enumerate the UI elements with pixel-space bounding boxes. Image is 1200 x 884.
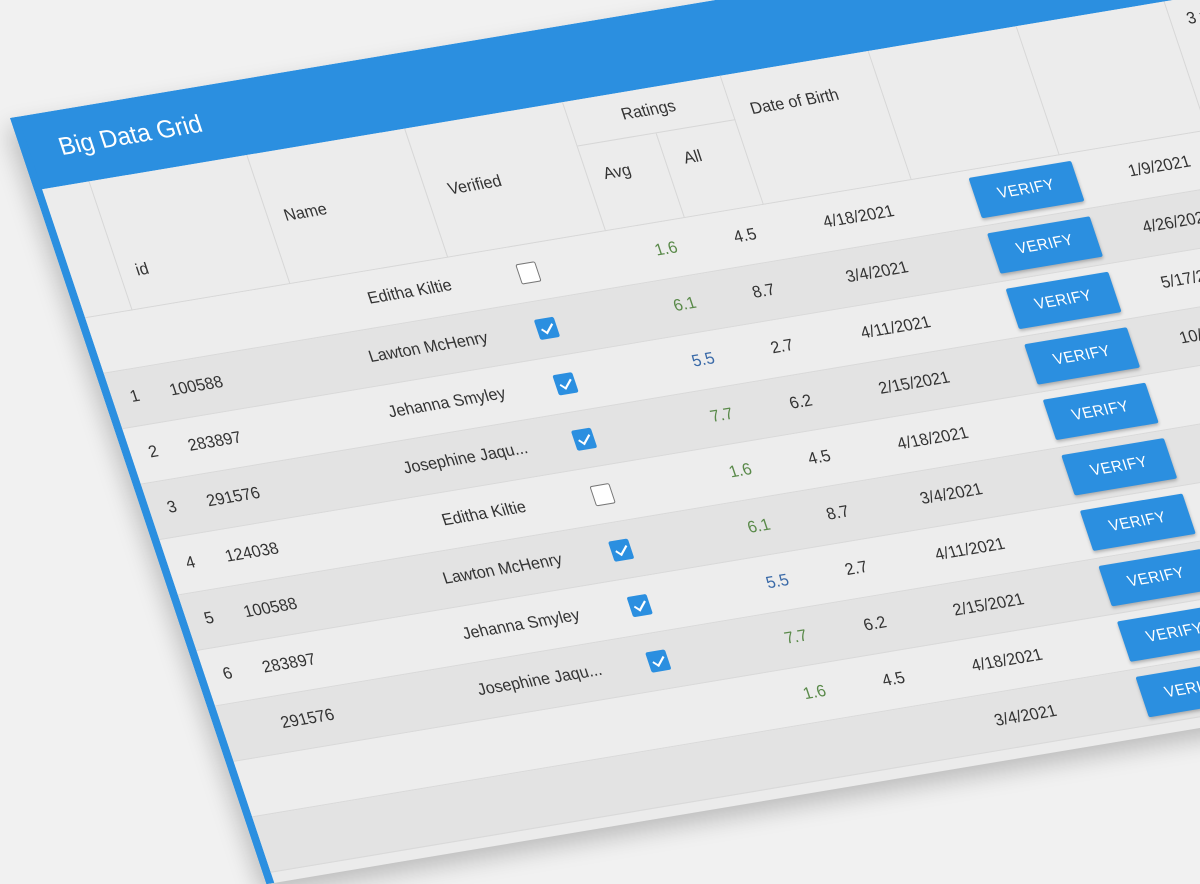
verify-button[interactable]: VERIFY [1079,493,1196,551]
column-header-all-label: All [681,147,705,168]
row-number [252,754,300,813]
column-header-name-label: Name [281,200,330,225]
data-grid-panel: Big Data Grid id Name Verified Ratings A… [10,0,1200,884]
grid-title: Big Data Grid [54,110,207,162]
verify-button[interactable]: VERIFY [1116,604,1200,662]
verified-checkbox-checked[interactable] [626,593,653,618]
row-number [233,699,281,758]
verify-button[interactable]: VERIFY [1135,659,1200,718]
grid: Big Data Grid id Name Verified Ratings A… [10,0,1200,884]
verify-button[interactable]: VERIFY [1061,438,1178,496]
verify-button[interactable]: VERIFY [987,216,1104,274]
verify-button[interactable]: VERIFY [1098,548,1200,607]
row-number: 3 [164,498,180,517]
row-number [270,809,318,868]
verified-checkbox-checked[interactable] [533,316,561,341]
verify-button[interactable]: VERIFY [1042,382,1159,441]
row-number: 2 [146,442,161,462]
column-header-id-label: id [133,260,152,280]
column-header-extra-label: 3 v [1184,7,1200,29]
column-header-verified-label: Verified [445,172,505,199]
row-number: 6 [220,664,236,684]
row-number [103,310,151,369]
verify-button[interactable]: VERIFY [968,160,1085,219]
row-number: 1 [127,387,143,407]
column-header-dob-label: Date of Birth [747,86,842,119]
column-header-avg-label: Avg [600,161,634,184]
verified-checkbox-checked[interactable] [607,538,635,562]
verified-checkbox-checked[interactable] [645,649,672,673]
verified-checkbox[interactable] [589,482,616,507]
verify-button[interactable]: VERIFY [1024,327,1141,385]
verified-checkbox-checked[interactable] [552,372,579,396]
row-number: 5 [201,609,217,628]
verified-checkbox[interactable] [515,261,542,285]
verified-checkbox-checked[interactable] [570,427,598,451]
row-number: 4 [183,553,198,573]
verify-button[interactable]: VERIFY [1005,271,1122,330]
column-header-ratings-label: Ratings [618,97,679,124]
